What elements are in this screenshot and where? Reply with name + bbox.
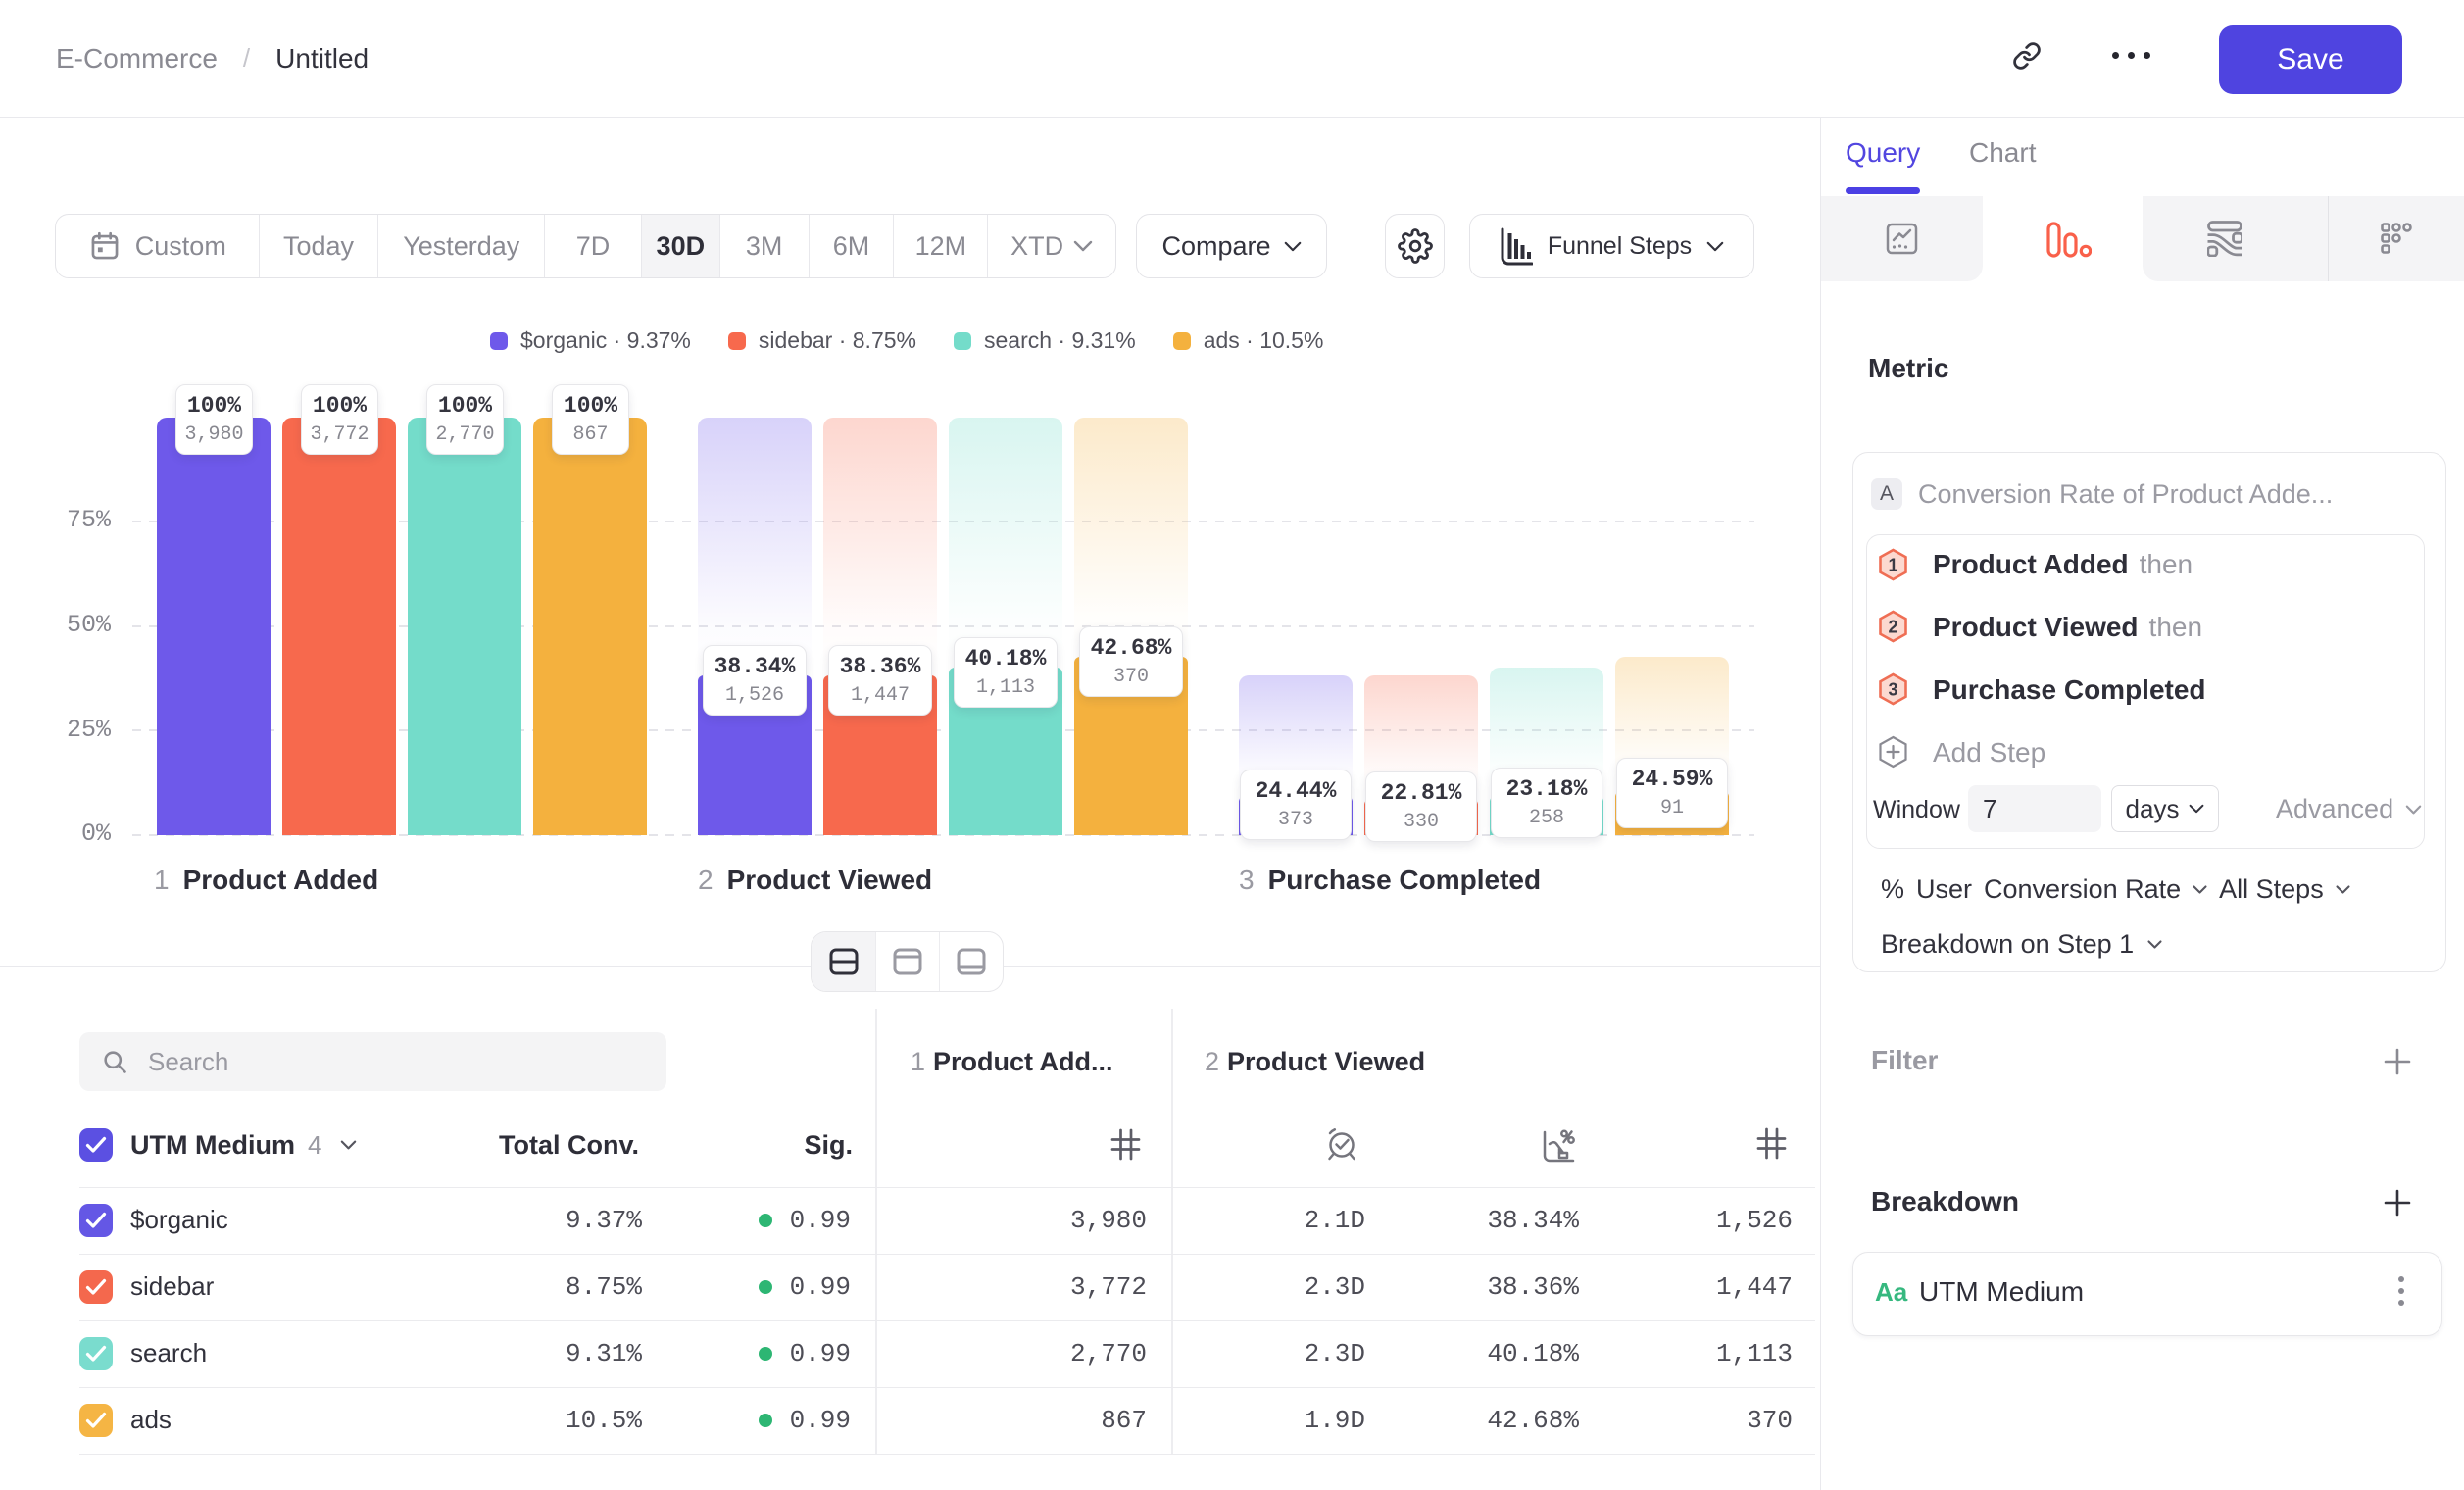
svg-text:1: 1 [1888,556,1897,575]
svg-text:2: 2 [1888,618,1897,637]
svg-text:3: 3 [1888,680,1897,700]
